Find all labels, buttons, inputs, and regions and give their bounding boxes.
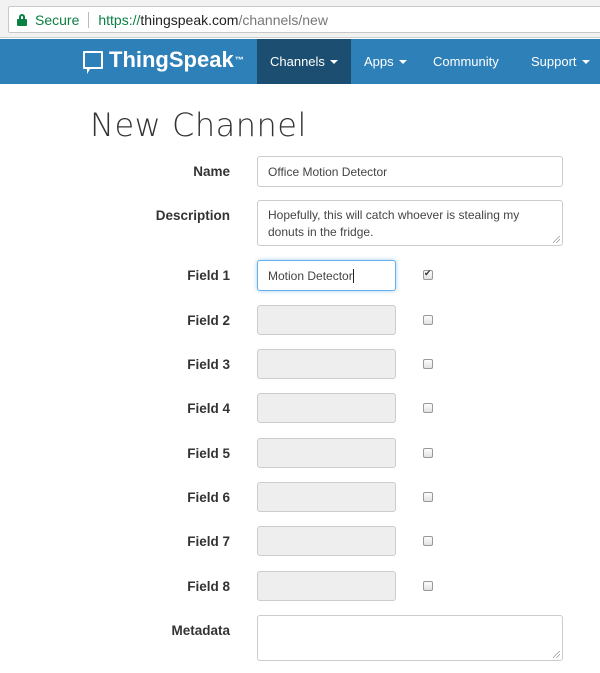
resize-handle[interactable] <box>553 236 560 243</box>
nav-support[interactable]: Support <box>518 39 600 84</box>
caret-down-icon <box>581 59 590 64</box>
field-1-input[interactable]: Motion Detector <box>257 260 396 291</box>
brand-name: ThingSpeak <box>109 47 234 72</box>
field-1-checkbox[interactable] <box>423 268 433 280</box>
description-label: Description <box>155 208 230 223</box>
field-4-input[interactable] <box>257 393 396 423</box>
field-3-checkbox[interactable] <box>423 359 433 369</box>
field-4-label: Field 4 <box>187 401 230 416</box>
nav-community[interactable]: Community <box>420 39 512 84</box>
field-2-checkbox[interactable] <box>423 315 433 325</box>
nav-channels[interactable]: Channels <box>257 39 351 84</box>
secure-label: Secure <box>35 11 80 28</box>
speech-bubble-icon <box>83 51 103 74</box>
field-1-value: Motion Detector <box>268 268 353 283</box>
nav-apps-label: Apps <box>364 54 394 69</box>
field-4-checkbox[interactable] <box>423 403 433 413</box>
field-7-input[interactable] <box>257 526 396 556</box>
lock-icon <box>17 13 27 26</box>
field-1-label: Field 1 <box>187 268 230 283</box>
nav-support-label: Support <box>531 54 577 69</box>
description-textarea[interactable]: Hopefully, this will catch whoever is st… <box>257 200 563 246</box>
divider <box>88 11 90 28</box>
resize-handle[interactable] <box>553 651 560 658</box>
field-2-input[interactable] <box>257 305 396 335</box>
field-6-checkbox[interactable] <box>423 492 433 502</box>
caret-down-icon <box>398 59 407 64</box>
caret-down-icon <box>329 59 338 64</box>
name-label: Name <box>193 164 230 179</box>
text-cursor <box>352 268 354 283</box>
nav-community-label: Community <box>433 54 499 69</box>
page-title: New Channel <box>90 106 307 144</box>
field-5-label: Field 5 <box>187 446 230 461</box>
nav-channels-label: Channels <box>270 54 325 69</box>
url-host: thingspeak.com <box>140 11 239 28</box>
field-2-label: Field 2 <box>187 313 230 328</box>
brand-logo[interactable]: ThingSpeak ™ <box>83 47 244 74</box>
trademark: ™ <box>234 55 244 65</box>
description-value: Hopefully, this will catch whoever is st… <box>268 208 520 239</box>
field-8-checkbox[interactable] <box>423 581 433 591</box>
field-8-input[interactable] <box>257 571 396 601</box>
top-navbar: ThingSpeak ™ Channels Apps Community Supp… <box>0 39 600 84</box>
name-value: Office Motion Detector <box>268 164 388 179</box>
url-scheme: https:// <box>98 11 141 28</box>
field-5-checkbox[interactable] <box>423 448 433 458</box>
metadata-label: Metadata <box>171 623 230 638</box>
field-8-label: Field 8 <box>187 579 230 594</box>
name-input[interactable]: Office Motion Detector <box>257 156 563 187</box>
url-path: /channels/new <box>238 11 328 28</box>
address-bar[interactable]: Secure https://thingspeak.com/channels/n… <box>8 6 600 33</box>
field-7-label: Field 7 <box>187 534 230 549</box>
field-3-label: Field 3 <box>187 357 230 372</box>
field-3-input[interactable] <box>257 349 396 379</box>
field-7-checkbox[interactable] <box>423 536 433 546</box>
browser-toolbar: Secure https://thingspeak.com/channels/n… <box>0 0 600 38</box>
metadata-textarea[interactable] <box>257 615 563 661</box>
nav-apps[interactable]: Apps <box>351 39 420 84</box>
field-6-label: Field 6 <box>187 490 230 505</box>
field-6-input[interactable] <box>257 482 396 512</box>
field-5-input[interactable] <box>257 438 396 468</box>
